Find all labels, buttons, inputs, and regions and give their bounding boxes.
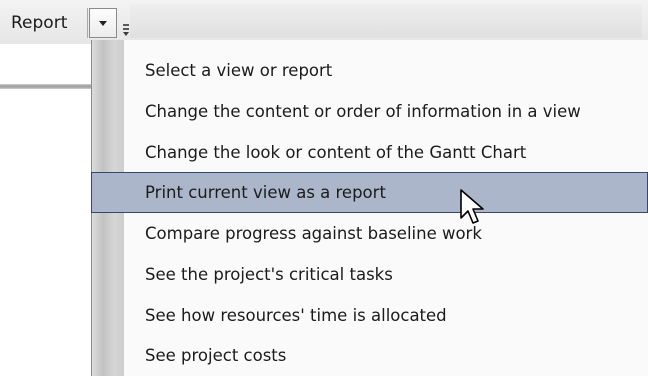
menu-item-label: Compare progress against baseline work <box>145 224 482 243</box>
mouse-pointer-icon <box>460 189 484 224</box>
chevron-down-icon <box>99 21 107 26</box>
menu-item-label: Change the look or content of the Gantt … <box>145 143 527 162</box>
report-dropdown-button[interactable] <box>89 8 117 38</box>
menu-item-label: See how resources' time is allocated <box>145 306 447 325</box>
window-divider <box>0 84 92 89</box>
toolbar-divider <box>87 8 88 38</box>
report-dropdown-menu: Select a view or report Change the conte… <box>91 40 648 376</box>
grip-arrow-icon <box>123 32 129 36</box>
grip-line <box>123 28 129 30</box>
grip-line <box>123 24 129 26</box>
menu-item-project-costs[interactable]: See project costs <box>92 335 648 376</box>
toolbar-options-icon[interactable] <box>121 8 131 38</box>
menu-item-label: Select a view or report <box>145 61 333 80</box>
report-guide-label[interactable]: Report <box>6 8 72 38</box>
menu-item-label: See the project's critical tasks <box>145 265 393 284</box>
menu-item-label: Print current view as a report <box>145 183 386 202</box>
menu-item-resource-allocation[interactable]: See how resources' time is allocated <box>92 295 648 336</box>
menu-item-gantt-look[interactable]: Change the look or content of the Gantt … <box>92 132 648 173</box>
menu-item-select-view[interactable]: Select a view or report <box>92 50 648 91</box>
menu-item-label: Change the content or order of informati… <box>145 102 581 121</box>
menu-item-compare-baseline[interactable]: Compare progress against baseline work <box>92 213 648 254</box>
menu-item-change-content[interactable]: Change the content or order of informati… <box>92 91 648 132</box>
menu-item-print-report[interactable]: Print current view as a report <box>91 172 648 213</box>
toolbar-background <box>130 4 642 38</box>
menu-item-critical-tasks[interactable]: See the project's critical tasks <box>92 254 648 295</box>
menu-item-label: See project costs <box>145 346 287 365</box>
toolbar: Report <box>0 0 648 44</box>
